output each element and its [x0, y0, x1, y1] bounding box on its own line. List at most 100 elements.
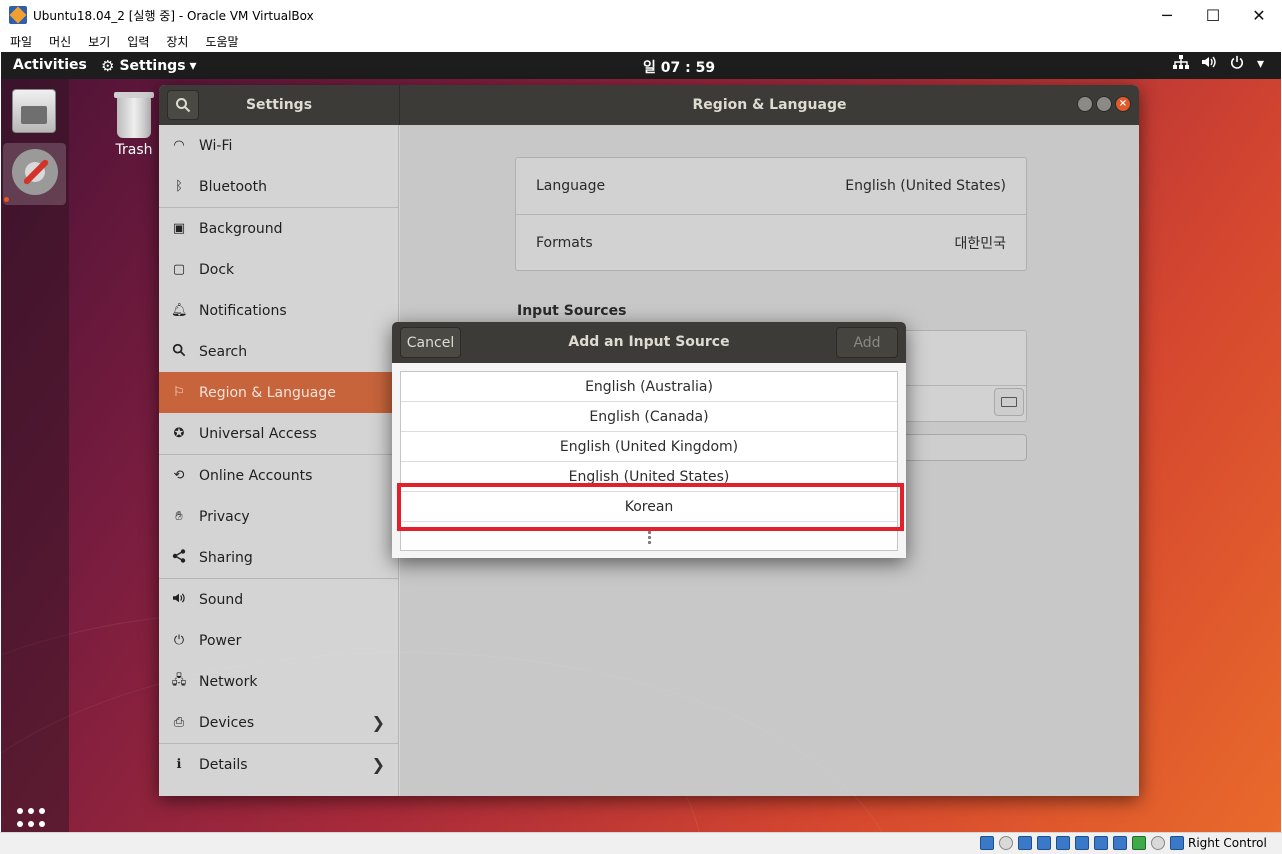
more-options-icon[interactable] — [647, 531, 651, 546]
mouse-integration-icon[interactable] — [1151, 836, 1165, 850]
sidebar-item-bluetooth[interactable]: ᛒ Bluetooth — [159, 166, 399, 207]
info-icon: ℹ — [176, 757, 182, 772]
dock-item-settings[interactable] — [3, 143, 66, 205]
add-button[interactable]: Add — [836, 327, 898, 358]
devices-icon: ⎙ — [173, 715, 185, 730]
list-item[interactable]: English (Australia) — [401, 372, 897, 402]
sidebar-item-notifications[interactable]: 🔔︎ Notifications — [159, 290, 399, 331]
settings-app-icon — [12, 149, 58, 195]
sidebar-item-details[interactable]: ℹ Details ❯ — [159, 744, 399, 785]
accessibility-icon: ✪ — [173, 426, 185, 441]
trash-icon — [114, 92, 154, 138]
sidebar-item-online-accounts[interactable]: ⟲ Online Accounts — [159, 455, 399, 496]
sidebar-item-label: Sharing — [199, 549, 253, 566]
list-item[interactable]: English (United States) — [401, 462, 897, 492]
menu-input[interactable]: 입력 — [127, 33, 149, 50]
app-menu-settings[interactable]: ⚙ Settings ▾ — [101, 57, 197, 75]
language-row[interactable]: Language English (United States) — [516, 158, 1026, 214]
list-item[interactable]: English (Canada) — [401, 402, 897, 432]
dialog-title: Add an Input Source — [568, 334, 730, 350]
clock[interactable]: 일 07 : 59 — [643, 57, 715, 77]
sidebar-item-background[interactable]: ▣ Background — [159, 208, 399, 249]
list-item[interactable]: English (United Kingdom) — [401, 432, 897, 462]
sidebar-item-universal-access[interactable]: ✪ Universal Access — [159, 413, 399, 454]
power-icon — [1229, 55, 1245, 73]
formats-row[interactable]: Formats 대한민국 — [516, 215, 1026, 271]
sidebar-item-sharing[interactable]: Sharing — [159, 537, 399, 578]
optical-drive-icon[interactable] — [999, 836, 1013, 850]
formats-label: Formats — [536, 235, 593, 251]
host-key-label: Right Control — [1188, 836, 1267, 850]
menu-help[interactable]: 도움말 — [205, 33, 238, 50]
sidebar-item-label: Bluetooth — [199, 178, 267, 195]
files-app-icon[interactable] — [12, 89, 56, 133]
network-icon — [1173, 55, 1189, 73]
sidebar-item-label: Privacy — [199, 508, 250, 525]
display-icon[interactable] — [1094, 836, 1108, 850]
virtualization-icon[interactable] — [1132, 836, 1146, 850]
usb-icon[interactable] — [1056, 836, 1070, 850]
volume-icon — [1201, 55, 1217, 73]
sidebar-item-sound[interactable]: Sound — [159, 579, 399, 620]
sidebar-item-network[interactable]: 🖧︎ Network — [159, 661, 399, 702]
network-icon: 🖧︎ — [171, 672, 187, 688]
window-close-button[interactable]: × — [1115, 96, 1131, 112]
bluetooth-icon: ᛒ — [175, 179, 183, 194]
list-item-korean[interactable]: Korean — [401, 492, 897, 522]
shared-folders-icon[interactable] — [1075, 836, 1089, 850]
menu-devices[interactable]: 장치 — [166, 33, 188, 50]
host-window-title: Ubuntu18.04_2 [실행 중] - Oracle VM Virtual… — [33, 8, 314, 23]
system-tray[interactable]: ▾ — [1173, 55, 1276, 73]
keyboard-layout-button[interactable] — [994, 388, 1024, 416]
privacy-hand-icon: ✋︎ — [175, 509, 183, 524]
sidebar-item-label: Wi-Fi — [199, 137, 233, 154]
menu-file[interactable]: 파일 — [10, 33, 32, 50]
show-applications-icon[interactable] — [17, 808, 51, 832]
background-icon: ▣ — [172, 221, 186, 236]
window-controls: × — [1074, 96, 1131, 112]
audio-icon[interactable] — [1018, 836, 1032, 850]
network-adapter-icon[interactable] — [1037, 836, 1051, 850]
sidebar-item-label: Dock — [199, 261, 235, 278]
sidebar-item-label: Details — [199, 756, 248, 773]
hard-disk-icon[interactable] — [980, 836, 994, 850]
sidebar-item-power[interactable]: ⏻ Power — [159, 620, 399, 661]
trash-label: Trash — [115, 142, 153, 158]
minimize-button[interactable]: ─ — [1144, 0, 1190, 30]
window-minimize-button[interactable] — [1077, 96, 1093, 112]
sidebar-item-privacy[interactable]: ✋︎ Privacy — [159, 496, 399, 537]
maximize-button[interactable]: ☐ — [1190, 0, 1236, 30]
add-input-source-dialog: Cancel Add an Input Source Add English (… — [392, 322, 906, 558]
window-maximize-button[interactable] — [1096, 96, 1112, 112]
sidebar-item-devices[interactable]: ⎙ Devices ❯ — [159, 702, 399, 743]
host-title-bar: Ubuntu18.04_2 [실행 중] - Oracle VM Virtual… — [0, 0, 1282, 30]
chevron-down-icon: ▾ — [189, 58, 197, 74]
keyboard-icon — [1001, 397, 1017, 407]
sidebar-item-wifi[interactable]: ◠ Wi-Fi — [159, 125, 399, 166]
region-flag-icon: ⚐ — [173, 385, 185, 400]
dock-icon: ▢ — [172, 262, 186, 277]
settings-header-bar: Settings Region & Language × — [159, 85, 1139, 125]
activities-button[interactable]: Activities — [13, 57, 87, 73]
running-indicator — [4, 197, 9, 202]
host-menu-bar: 파일 머신 보기 입력 장치 도움말 — [0, 30, 1282, 52]
power-plug-icon: ⏻ — [173, 633, 185, 648]
virtualbox-app-icon — [9, 6, 27, 24]
app-menu-label: Settings — [119, 58, 186, 74]
input-sources-heading: Input Sources — [517, 303, 627, 319]
search-icon — [171, 343, 187, 361]
keyboard-capture-icon[interactable] — [1170, 836, 1184, 850]
desktop-trash[interactable]: Trash — [109, 92, 159, 158]
language-label: Language — [536, 178, 606, 194]
close-button[interactable]: ✕ — [1236, 0, 1282, 30]
sidebar-item-label: Notifications — [199, 302, 287, 319]
sidebar-item-search[interactable]: Search — [159, 331, 399, 372]
bell-icon: 🔔︎ — [171, 303, 188, 318]
menu-machine[interactable]: 머신 — [49, 33, 71, 50]
sidebar-item-region-language[interactable]: ⚐ Region & Language — [159, 372, 399, 413]
settings-sidebar: ◠ Wi-Fi ᛒ Bluetooth ▣ Background ▢ Dock … — [159, 125, 399, 796]
video-capture-icon[interactable] — [1113, 836, 1127, 850]
sidebar-item-dock[interactable]: ▢ Dock — [159, 249, 399, 290]
menu-view[interactable]: 보기 — [88, 33, 110, 50]
sidebar-item-label: Sound — [199, 591, 244, 608]
